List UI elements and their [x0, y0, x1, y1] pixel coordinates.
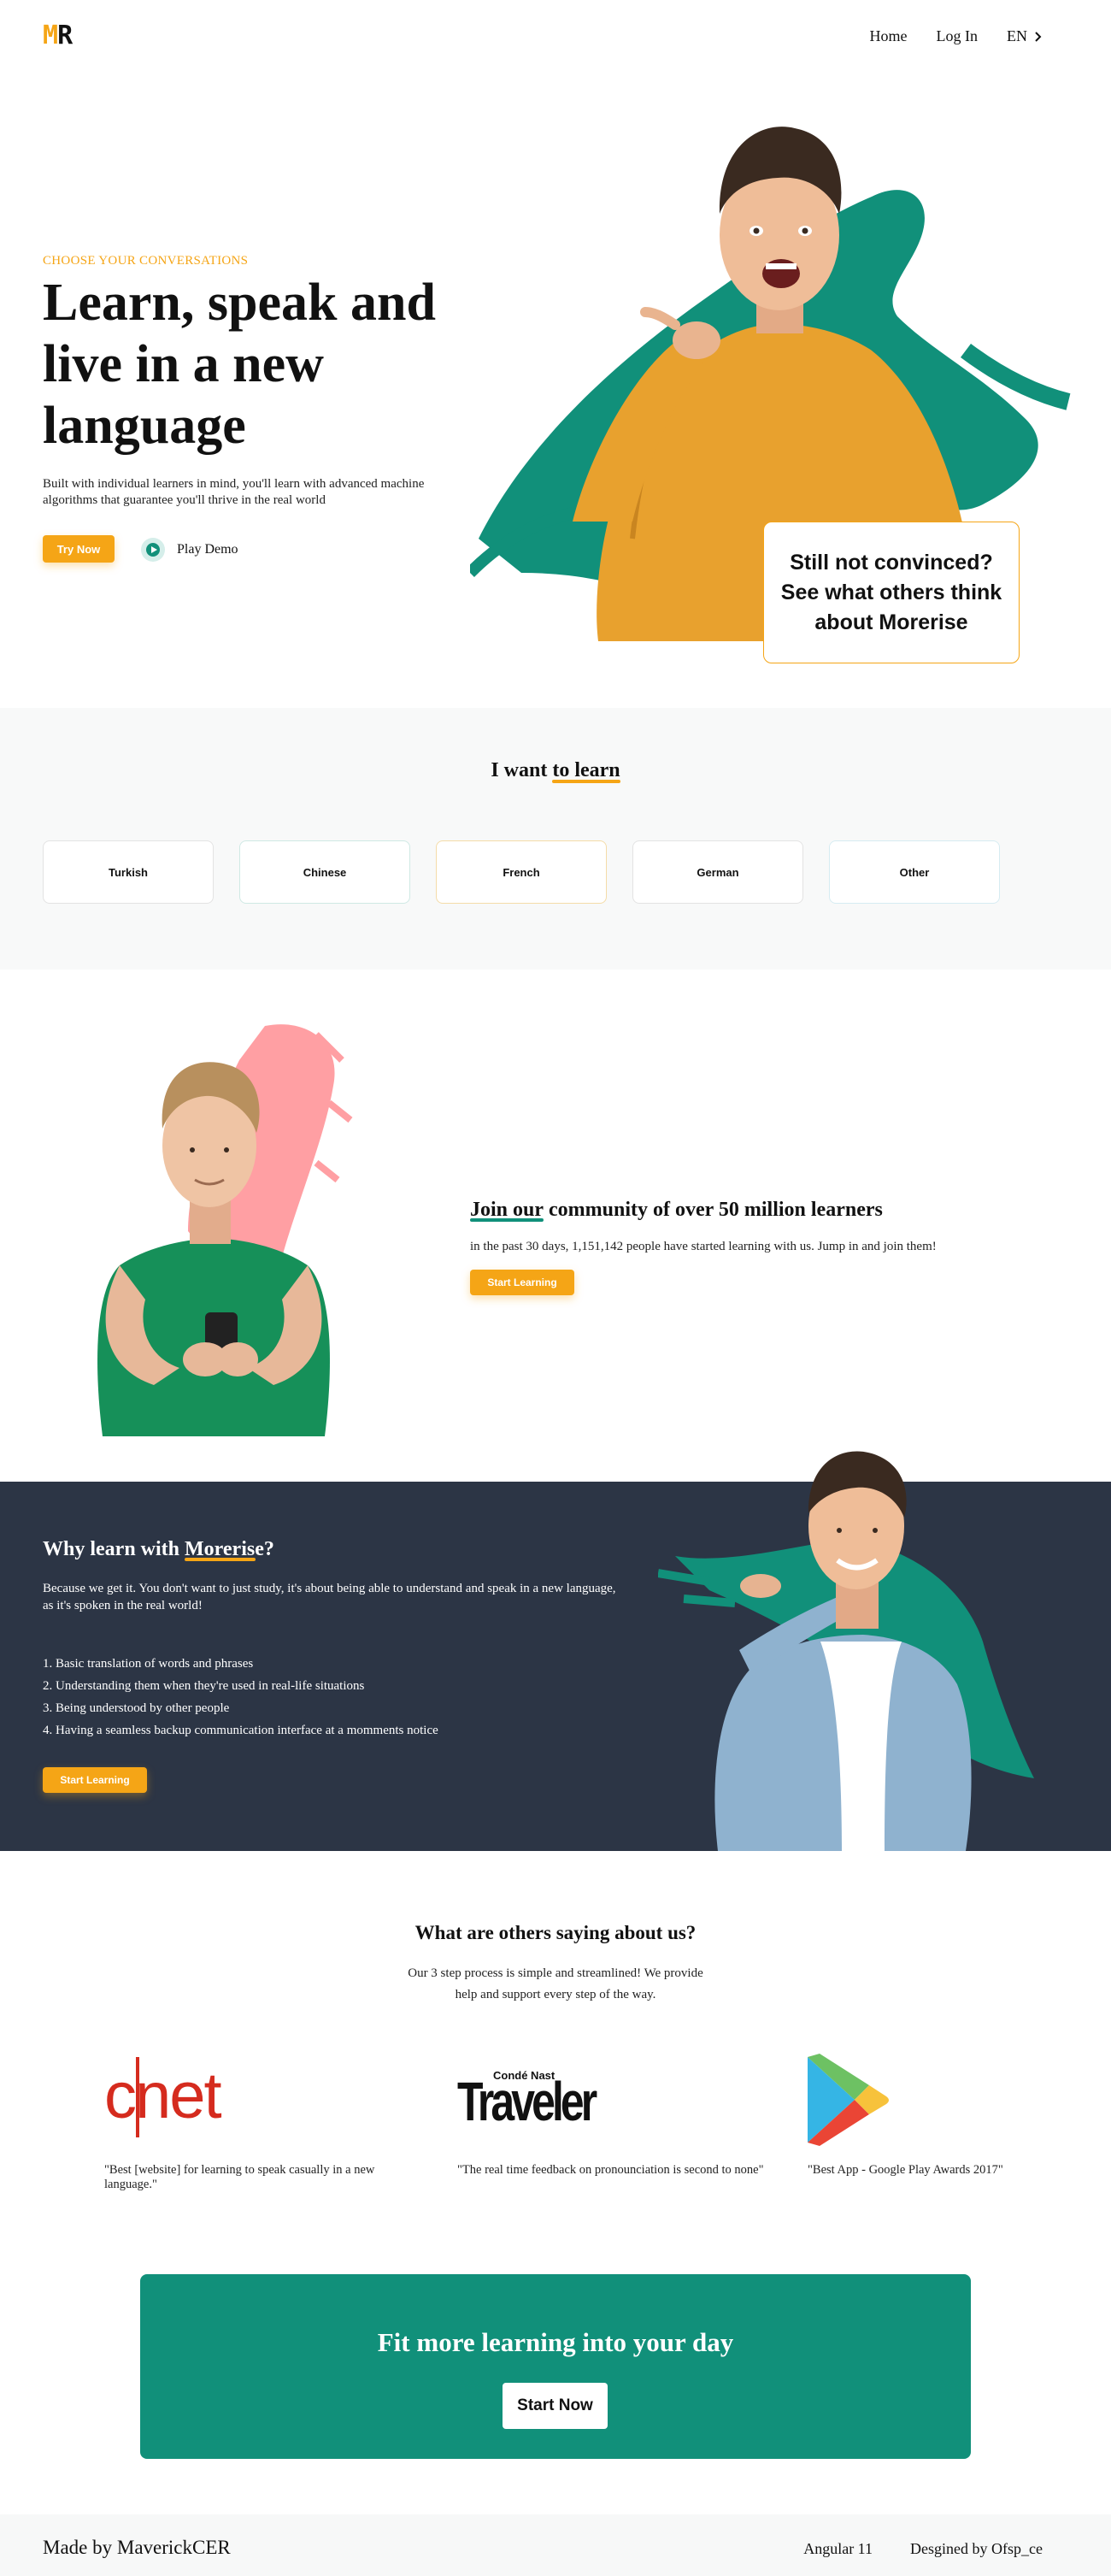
- play-icon: [141, 538, 165, 562]
- hero-title: Learn, speak and live in a new language: [43, 274, 436, 455]
- cta-banner: Fit more learning into your day Start No…: [140, 2274, 971, 2459]
- footer: Made by MaverickCER Angular 11 Desgined …: [0, 2514, 1111, 2576]
- language-card-turkish[interactable]: Turkish: [43, 840, 214, 904]
- community-description: in the past 30 days, 1,151,142 people ha…: [470, 1240, 937, 1253]
- list-item: 1. Basic translation of words and phrase…: [43, 1657, 254, 1671]
- nav-links: Home Log In EN: [870, 27, 1043, 45]
- community-illustration: [97, 1024, 353, 1436]
- language-label: EN: [1007, 27, 1027, 44]
- footer-designer-link[interactable]: Desgined by Ofsp_ce: [910, 2540, 1043, 2558]
- press-quote: "The real time feedback on pronounciatio…: [457, 2163, 764, 2177]
- testimonials-description: Our 3 step process is simple and streaml…: [408, 1966, 703, 2001]
- language-selector[interactable]: EN: [1007, 27, 1043, 45]
- google-play-icon: [808, 2052, 1111, 2146]
- list-item: 3. Being understood by other people: [43, 1701, 230, 1715]
- nav-login-link[interactable]: Log In: [937, 27, 979, 45]
- list-item: 2. Understanding them when they're used …: [43, 1679, 365, 1693]
- play-demo-label: Play Demo: [177, 542, 238, 557]
- cta-title: Fit more learning into your day: [377, 2327, 734, 2357]
- traveler-logo: Condé Nast Traveler: [457, 2069, 597, 2132]
- language-card-chinese[interactable]: Chinese: [239, 840, 410, 904]
- learn-title: I want to learn: [491, 759, 620, 781]
- language-picker-section: I want to learn Turkish Chinese French G…: [0, 708, 1111, 970]
- list-item: 4. Having a seamless backup communicatio…: [43, 1724, 438, 1737]
- press-quote: "Best [website] for learning to speak ca…: [104, 2163, 375, 2191]
- hero-description: Built with individual learners in mind, …: [43, 477, 425, 507]
- try-now-button[interactable]: Try Now: [43, 535, 115, 563]
- chevron-right-icon: [1035, 31, 1042, 42]
- page: MR Home Log In EN CHOOSE YOUR CONVERSATI…: [0, 0, 1111, 2576]
- language-card-french[interactable]: French: [436, 840, 607, 904]
- why-start-learning-button[interactable]: Start Learning: [43, 1767, 147, 1793]
- not-convinced-callout[interactable]: Still not convinced? See what others thi…: [763, 522, 1020, 663]
- why-description: Because we get it. You don't want to jus…: [43, 1582, 616, 1612]
- logo[interactable]: MR: [43, 21, 73, 50]
- play-demo-button[interactable]: Play Demo: [141, 538, 238, 562]
- top-nav: MR Home Log In EN: [0, 0, 1111, 77]
- footer-made-by[interactable]: Made by MaverickCER: [43, 2537, 231, 2559]
- community-title: Join our community of over 50 million le…: [470, 1199, 883, 1221]
- why-illustration: [658, 1451, 1034, 1851]
- press-cnet: cnet "Best [website] for learning to spe…: [104, 2052, 412, 2192]
- press-quote: "Best App - Google Play Awards 2017": [808, 2163, 1003, 2177]
- nav-home-link[interactable]: Home: [870, 27, 908, 45]
- start-now-button[interactable]: Start Now: [503, 2383, 608, 2429]
- press-google-play: "Best App - Google Play Awards 2017": [808, 2052, 1111, 2178]
- language-cards: Turkish Chinese French German Other: [43, 840, 1000, 904]
- footer-framework-link[interactable]: Angular 11: [803, 2540, 873, 2558]
- community-start-learning-button[interactable]: Start Learning: [470, 1270, 574, 1295]
- why-title: Why learn with Morerise?: [43, 1538, 274, 1560]
- testimonials-title: What are others saying about us?: [414, 1922, 697, 1943]
- language-card-german[interactable]: German: [632, 840, 803, 904]
- cnet-logo: cnet: [104, 2052, 412, 2146]
- footer-links: Angular 11 Desgined by Ofsp_ce: [803, 2540, 1043, 2558]
- press-traveler: Condé Nast Traveler "The real time feedb…: [457, 2052, 765, 2178]
- language-card-other[interactable]: Other: [829, 840, 1000, 904]
- why-list: 1. Basic translation of words and phrase…: [43, 1653, 438, 1742]
- hero-eyebrow: CHOOSE YOUR CONVERSATIONS: [43, 254, 249, 268]
- hero-title-highlight: speak: [207, 274, 338, 332]
